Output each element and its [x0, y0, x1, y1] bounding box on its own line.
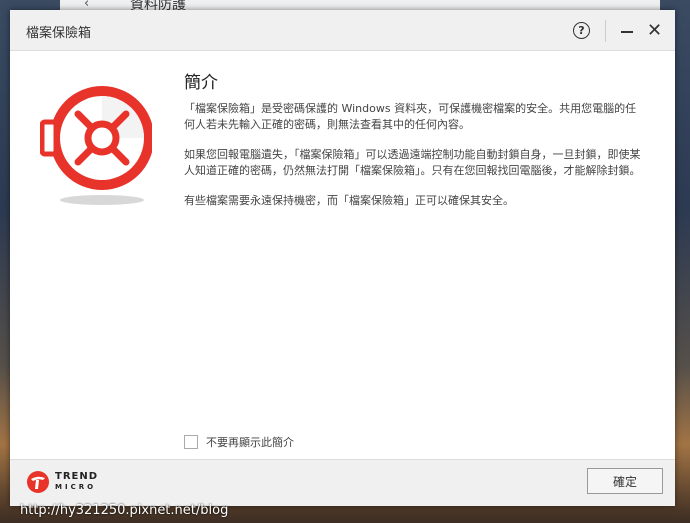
dont-show-again-checkbox[interactable]	[184, 435, 198, 449]
question-circle-icon[interactable]: ?	[573, 22, 590, 39]
minimize-icon[interactable]	[621, 31, 633, 33]
intro-paragraph: 有些檔案需要永遠保持機密，而「檔案保險箱」正可以確保其安全。	[184, 194, 514, 207]
intro-heading: 簡介	[184, 73, 218, 93]
titlebar-divider	[605, 20, 606, 42]
brand-line2: MICRO	[55, 483, 97, 491]
ok-button[interactable]: 確定	[587, 468, 663, 494]
dialog-title: 檔案保險箱	[26, 26, 92, 41]
trend-micro-brand: TREND MICRO	[26, 470, 98, 494]
titlebar: 檔案保險箱 ? ✕	[10, 10, 675, 51]
vault-dialog: 檔案保險箱 ? ✕ 簡介 「檔案保險箱」是受密碼保護的 Windows 資料夾，…	[10, 10, 675, 506]
intro-content: 簡介 「檔案保險箱」是受密碼保護的 Windows 資料夾，可保護機密檔案的安全…	[184, 68, 646, 223]
brand-line1: TREND	[55, 471, 99, 482]
intro-paragraph: 「檔案保險箱」是受密碼保護的 Windows 資料夾，可保護機密檔案的安全。共用…	[184, 102, 637, 131]
trend-micro-logo-icon	[27, 471, 49, 493]
dialog-footer: TREND MICRO 確定	[10, 459, 675, 506]
dont-show-again-label[interactable]: 不要再顯示此簡介	[206, 434, 294, 450]
watermark-url: http://hy321250.pixnet.net/blog	[20, 503, 229, 518]
close-icon[interactable]: ✕	[647, 21, 662, 41]
intro-paragraph: 如果您回報電腦遺失，「檔案保險箱」可以透過遠端控制功能自動封鎖自身，一旦封鎖，即…	[184, 148, 641, 177]
dont-show-again-row[interactable]: 不要再顯示此簡介	[184, 434, 294, 450]
vault-safe-icon	[39, 82, 154, 208]
